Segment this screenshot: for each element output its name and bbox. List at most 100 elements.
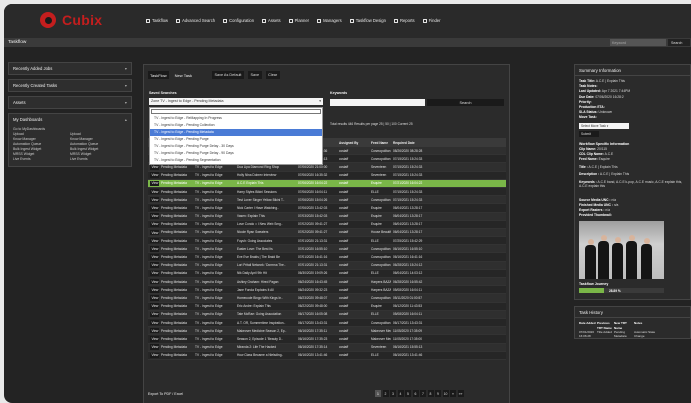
move-task-select[interactable]: Select Move Task ▾ — [579, 122, 629, 129]
table-row[interactable]: View Pending Metadata TV - Ingest to Edge E… — [148, 302, 506, 311]
cubix-logo[interactable]: Cubix — [40, 12, 102, 28]
view-button[interactable]: View — [150, 221, 159, 228]
table-row[interactable]: View Pending Metadata TV - Ingest to Edge A… — [148, 179, 506, 188]
chevron-down-icon[interactable]: ▾ — [125, 83, 127, 88]
view-button[interactable]: View — [150, 311, 159, 318]
tab-taskflow[interactable]: TaskFlow — [148, 71, 169, 79]
page-button[interactable]: 3 — [390, 390, 396, 397]
clear-button[interactable]: Clear — [265, 71, 280, 79]
table-row[interactable]: View Pending Metadata TV - Ingest to Edge E… — [148, 253, 506, 262]
dashboard-link[interactable]: Know Manager — [13, 137, 70, 141]
saved-searches-select[interactable]: Zone TV - Ingest to Edge - Pending Metad… — [149, 98, 323, 105]
chevron-down-icon[interactable]: ▾ — [125, 66, 127, 71]
save-as-default-button[interactable]: Save As Default — [211, 71, 244, 79]
table-row[interactable]: View Pending Metadata TV - Ingest to Edge L… — [148, 261, 506, 270]
page-button[interactable]: 2 — [382, 390, 389, 397]
table-row[interactable]: View Pending Metadata TV - Ingest to Edge M… — [148, 343, 506, 352]
view-button[interactable]: View — [150, 188, 159, 195]
page-button[interactable]: 8 — [427, 390, 434, 397]
nav-item-advanced-search[interactable]: Advanced Search — [176, 18, 215, 23]
column-header[interactable]: Required Date — [391, 141, 436, 145]
view-button[interactable]: View — [150, 246, 159, 252]
nav-item-configuration[interactable]: Configuration — [223, 18, 254, 23]
table-row[interactable]: View Pending Metadata TV - Ingest to Edge A… — [148, 318, 506, 328]
nav-item-taskflow[interactable]: Taskflow — [146, 18, 168, 23]
dashboard-link[interactable]: Automation Queue — [13, 142, 70, 146]
table-row[interactable]: ViewPending Metadata TV - Ingest to Edge H… — [148, 187, 506, 197]
page-button[interactable]: 1 — [375, 390, 381, 397]
dashboard-link[interactable]: Upload — [70, 132, 127, 136]
submit-button[interactable]: Submit — [579, 130, 599, 137]
dashboard-link[interactable]: Know Manager — [70, 137, 127, 141]
view-button[interactable]: View — [150, 180, 159, 187]
export-link[interactable]: Export To PDF / Excel — [148, 392, 183, 396]
view-button[interactable]: View — [150, 262, 159, 268]
view-button[interactable]: View — [150, 254, 159, 260]
top-search-button[interactable]: Search — [668, 39, 690, 46]
nav-item-finder[interactable]: Finder — [422, 18, 441, 23]
save-button[interactable]: Save — [247, 71, 262, 79]
view-button[interactable]: View — [150, 164, 159, 170]
view-button[interactable]: View — [150, 319, 159, 326]
table-row[interactable]: View Pending Metadata TV - Ingest to Edge V… — [148, 212, 506, 221]
view-button[interactable]: View — [150, 278, 159, 285]
table-row[interactable]: View Pending Metadata TV - Ingest to Edge T… — [148, 310, 506, 319]
view-button[interactable]: View — [150, 196, 159, 203]
page-button[interactable]: 9 — [435, 390, 441, 397]
dashboard-link[interactable]: Bulk Ingest Widget — [70, 147, 127, 151]
page-button[interactable]: »» — [457, 390, 464, 397]
dashboard-link[interactable]: Upload — [13, 132, 70, 136]
column-header[interactable]: Assigned By — [337, 141, 369, 145]
dropdown-option[interactable]: TV - Ingest to Edge - Pending Segmentati… — [150, 157, 322, 164]
table-row[interactable]: View Pending Metadata TV - Ingest to Edge F… — [148, 237, 506, 246]
panel-recent-tasks[interactable]: Recently Created Tasks ▾ — [8, 79, 132, 92]
view-button[interactable]: View — [150, 237, 159, 244]
page-button[interactable]: » — [450, 390, 456, 397]
table-row[interactable]: View Pending Metadata TV - Ingest to Edge T… — [148, 196, 506, 205]
nav-item-planner[interactable]: Planner — [288, 18, 309, 23]
tab-new-task[interactable]: New Task — [173, 71, 194, 79]
view-button[interactable]: View — [150, 205, 159, 211]
chevron-down-icon[interactable]: ▾ — [125, 100, 127, 105]
page-button[interactable]: 7 — [420, 390, 426, 397]
dropdown-option[interactable]: TV - Ingest to Edge - Pending Purge — [150, 136, 322, 143]
view-button[interactable]: View — [150, 172, 159, 178]
page-button[interactable]: 5 — [405, 390, 411, 397]
table-row[interactable]: ViewPending Metadata TV - Ingest to Edge H… — [148, 294, 506, 303]
column-header[interactable]: Feed Name — [369, 141, 391, 145]
provided-thumbnail-image[interactable] — [579, 221, 664, 280]
page-button[interactable]: 4 — [397, 390, 404, 397]
panel-recent-jobs[interactable]: Recently Added Jobs ▾ — [8, 62, 132, 75]
table-row[interactable]: View Pending Metadata TV - Ingest to Edge E… — [148, 245, 506, 254]
view-button[interactable]: View — [150, 213, 159, 219]
page-button[interactable]: 10 — [442, 390, 449, 397]
view-button[interactable]: View — [150, 327, 159, 334]
table-row[interactable]: View Pending Metadata TV - Ingest to Edge N… — [148, 204, 506, 213]
search-button[interactable]: Search — [427, 99, 504, 106]
table-row[interactable]: View Pending Metadata TV - Ingest to Edge L… — [148, 220, 506, 229]
page-button[interactable]: 6 — [412, 390, 419, 397]
top-keyword-input[interactable]: Keyword — [610, 39, 666, 46]
dashboard-link[interactable]: Bulk Ingest Widget — [13, 147, 70, 151]
dropdown-option[interactable]: TV - Ingest to Edge - Pending Collection — [150, 122, 322, 129]
nav-item-managers[interactable]: Managers — [317, 18, 342, 23]
view-button[interactable]: View — [150, 270, 159, 277]
table-row[interactable]: View Pending Metadata TV - Ingest to Edge J… — [148, 286, 506, 295]
table-row[interactable]: View Pending Metadata TV - Ingest to Edge M… — [148, 327, 506, 336]
dropdown-filter-input[interactable] — [151, 109, 321, 114]
dropdown-option[interactable]: TV - Ingest to Edge - Pending Purge Dela… — [150, 143, 322, 150]
table-row[interactable]: View Pending Metadata TV - Ingest to Edge S… — [148, 335, 506, 344]
dashboard-link[interactable]: Live Events — [70, 157, 127, 161]
view-button[interactable]: View — [150, 336, 159, 342]
nav-item-taskflow-design[interactable]: Taskflow Design — [349, 18, 386, 23]
dropdown-option[interactable]: TV - Ingest to Edge - Pending Metadata — [150, 129, 322, 136]
dashboard-link[interactable]: Live Events — [13, 157, 70, 161]
table-row[interactable]: View Pending Metadata TV - Ingest to Edge A… — [148, 278, 506, 287]
view-button[interactable]: View — [150, 229, 159, 236]
dashboard-link[interactable]: Automation Queue — [70, 142, 127, 146]
table-row[interactable]: ViewPending Metadata TV - Ingest to Edge H… — [148, 351, 506, 360]
dropdown-option[interactable]: TV - Ingest to Edge - Pending Purge Dela… — [150, 150, 322, 157]
table-row[interactable]: ViewPending Metadata TV - Ingest to Edge H… — [148, 171, 506, 180]
chevron-up-icon[interactable]: ▴ — [125, 117, 127, 122]
nav-item-reports[interactable]: Reports — [393, 18, 415, 23]
